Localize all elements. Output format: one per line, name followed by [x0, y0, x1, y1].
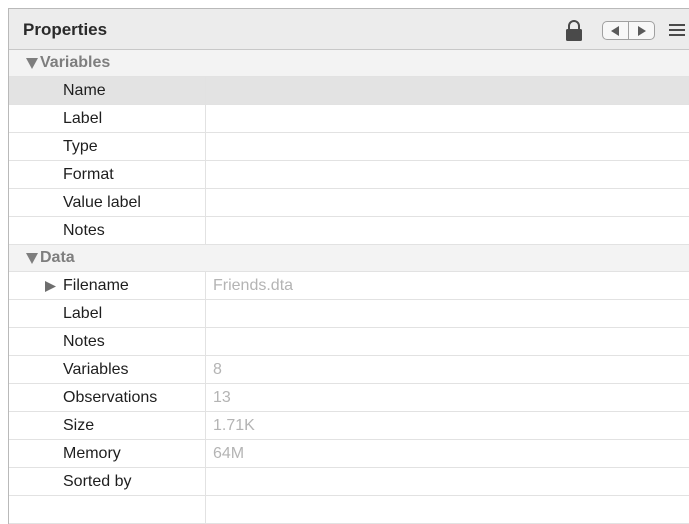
property-row-format[interactable]: Format — [9, 161, 689, 189]
properties-panel: Properties Variables Name Label Type For… — [8, 8, 689, 524]
property-row-sorted-by[interactable]: Sorted by — [9, 468, 689, 496]
section-data[interactable]: Data — [9, 245, 689, 272]
property-label: Observations — [63, 389, 158, 406]
property-label: Variables — [63, 361, 129, 378]
property-row-value-label[interactable]: Value label — [9, 189, 689, 217]
property-value: Friends.dta — [205, 272, 689, 299]
property-label: Format — [63, 166, 114, 183]
property-value[interactable] — [205, 105, 689, 132]
property-value: 64M — [205, 440, 689, 467]
property-value[interactable] — [205, 328, 689, 355]
arrow-left-icon — [611, 25, 619, 36]
property-value[interactable] — [205, 217, 689, 244]
section-variables[interactable]: Variables — [9, 50, 689, 77]
property-label: Label — [63, 110, 103, 127]
property-row-name[interactable]: Name — [9, 77, 689, 105]
empty-value-cell — [205, 496, 689, 523]
previous-button[interactable] — [603, 22, 628, 39]
property-value[interactable] — [205, 189, 689, 216]
property-value: 8 — [205, 356, 689, 383]
property-label: Label — [63, 305, 103, 322]
property-value: 1.71K — [205, 412, 689, 439]
lock-icon[interactable] — [565, 20, 583, 42]
property-label: Type — [63, 138, 98, 155]
property-label: Value label — [63, 194, 141, 211]
menu-icon[interactable] — [669, 23, 685, 37]
property-value[interactable] — [205, 161, 689, 188]
property-row-variables[interactable]: Variables 8 — [9, 356, 689, 384]
panel-title: Properties — [23, 20, 108, 39]
property-row-data-label[interactable]: Label — [9, 300, 689, 328]
property-value[interactable] — [205, 77, 689, 104]
section-title: Variables — [40, 54, 111, 71]
collapse-triangle-icon — [26, 253, 38, 264]
property-value — [205, 468, 689, 495]
property-value: 13 — [205, 384, 689, 411]
property-label: Memory — [63, 445, 121, 462]
property-value[interactable] — [205, 300, 689, 327]
property-label: Notes — [63, 333, 105, 350]
property-row-type[interactable]: Type — [9, 133, 689, 161]
collapse-triangle-icon — [26, 58, 38, 69]
empty-row — [9, 496, 689, 524]
property-row-size[interactable]: Size 1.71K — [9, 412, 689, 440]
property-row-observations[interactable]: Observations 13 — [9, 384, 689, 412]
property-row-filename[interactable]: Filename Friends.dta — [9, 272, 689, 300]
property-value[interactable] — [205, 133, 689, 160]
property-label: Notes — [63, 222, 105, 239]
property-row-memory[interactable]: Memory 64M — [9, 440, 689, 468]
next-button[interactable] — [628, 22, 654, 39]
expand-arrow-icon[interactable] — [45, 281, 56, 292]
property-label: Filename — [63, 277, 129, 294]
property-label: Name — [63, 82, 106, 99]
property-label: Sorted by — [63, 473, 132, 490]
property-row-notes[interactable]: Notes — [9, 217, 689, 245]
property-row-data-notes[interactable]: Notes — [9, 328, 689, 356]
section-title: Data — [40, 249, 75, 266]
nav-buttons — [602, 21, 655, 40]
property-row-label[interactable]: Label — [9, 105, 689, 133]
properties-header: Properties — [9, 9, 689, 50]
property-label: Size — [63, 417, 95, 434]
arrow-right-icon — [638, 25, 646, 36]
